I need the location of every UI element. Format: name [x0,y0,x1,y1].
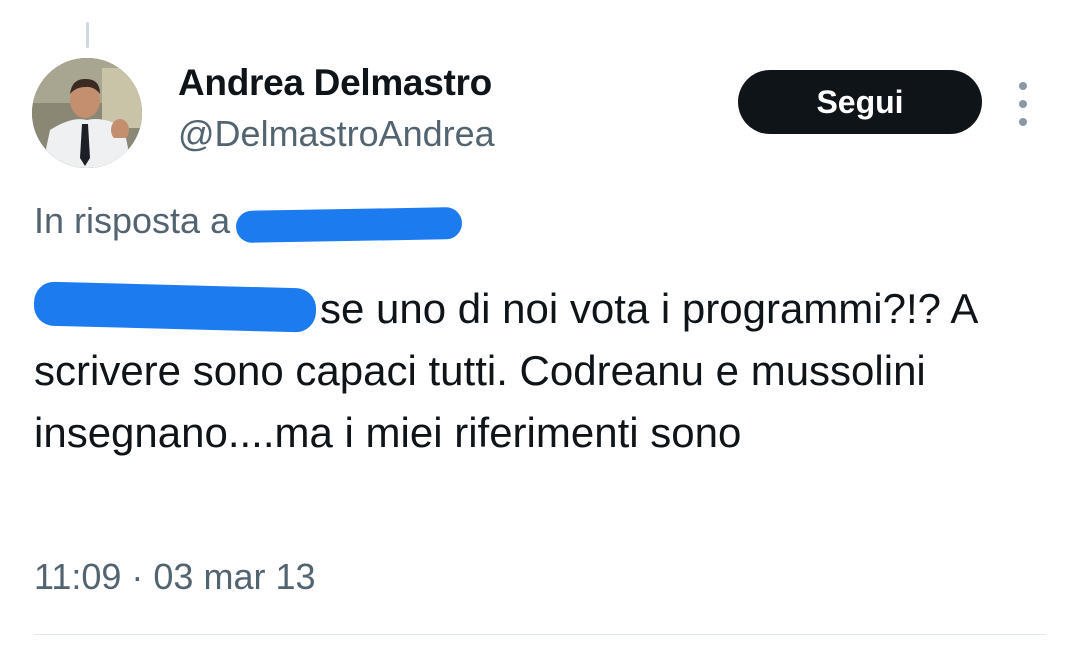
avatar[interactable] [32,58,142,168]
author-handle[interactable]: @DelmastroAndrea [178,113,495,155]
profile-photo-icon [32,58,142,168]
author-display-name[interactable]: Andrea Delmastro [178,62,492,104]
vertical-ellipsis-icon[interactable] [1008,82,1038,126]
redacted-mention [33,281,317,333]
tweet-text: se uno di noi vota i programmi?!? A scri… [33,278,1054,464]
redacted-reply-target [235,207,463,243]
thread-connector-line [86,22,89,48]
tweet-timestamp[interactable]: 11:09 · 03 mar 13 [34,556,316,598]
divider [34,634,1046,635]
reply-prefix: In risposta a [34,200,231,241]
follow-button[interactable]: Segui [738,70,982,134]
tweet-card: Andrea Delmastro @DelmastroAndrea Segui … [0,0,1080,645]
reply-context: In risposta a [34,200,463,243]
